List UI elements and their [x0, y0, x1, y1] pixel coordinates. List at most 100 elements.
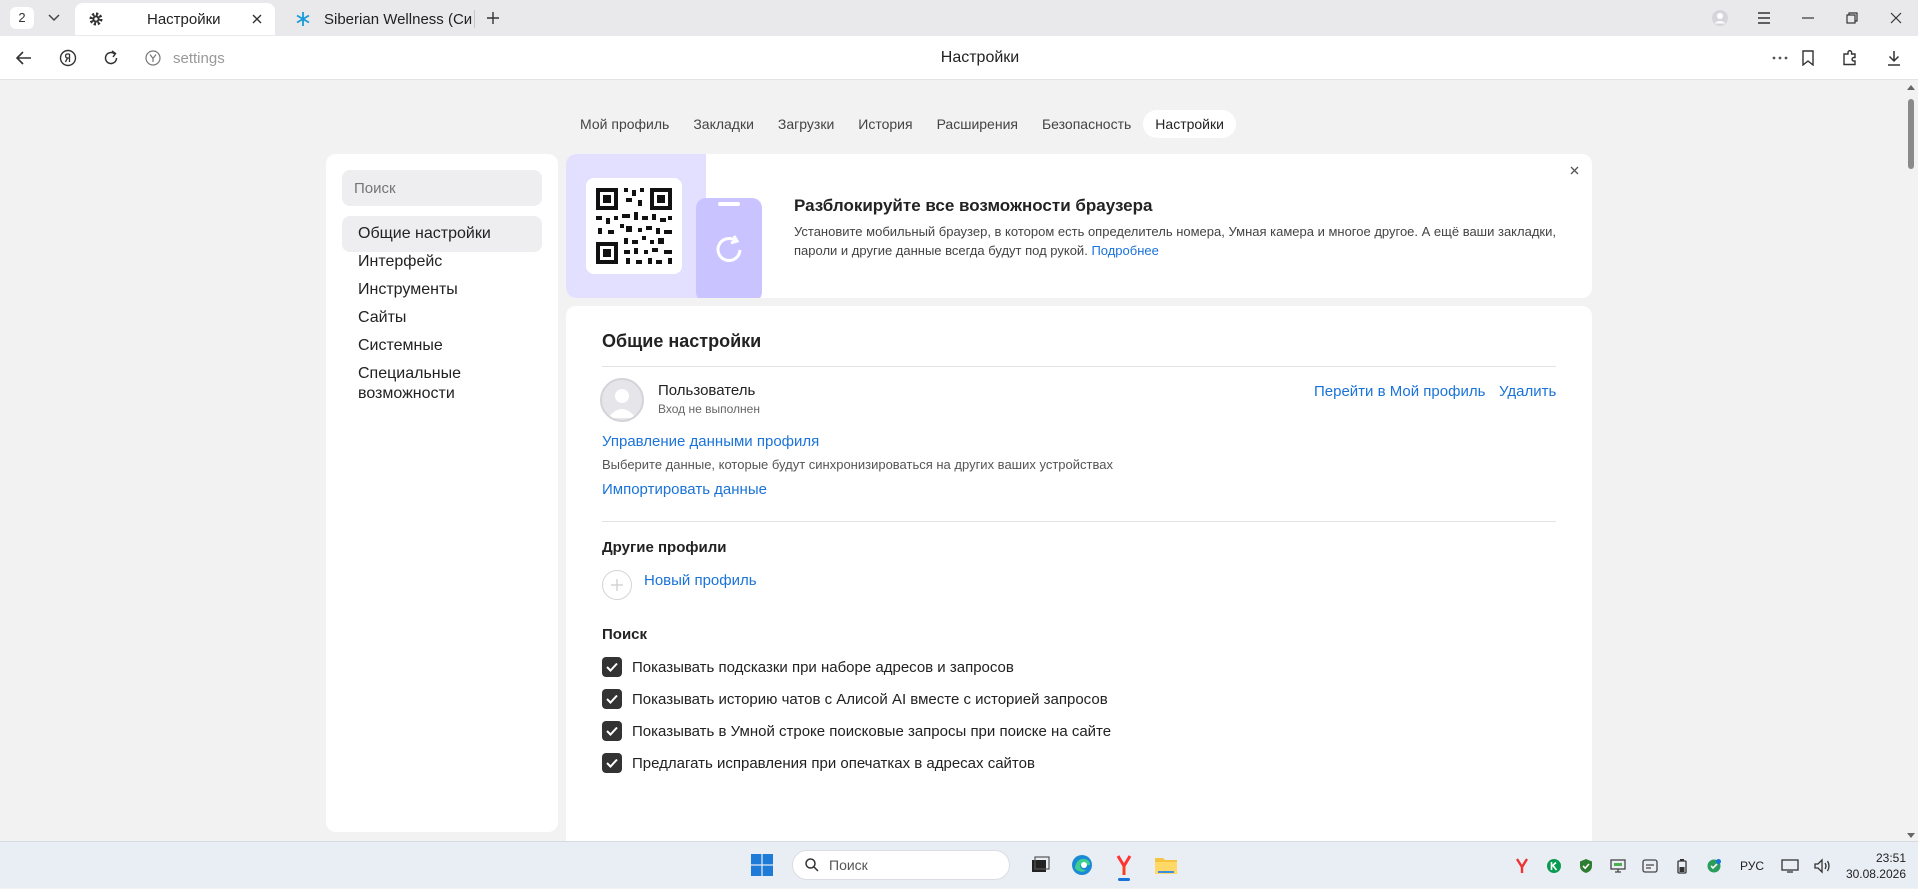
divider	[602, 521, 1556, 522]
banner-more-link[interactable]: Подробнее	[1091, 243, 1158, 258]
new-profile-link[interactable]: Новый профиль	[644, 572, 757, 589]
minimize-icon[interactable]	[1786, 0, 1830, 36]
address-toolbar: settings Настройки	[0, 36, 1918, 80]
nav-extensions[interactable]: Расширения	[925, 110, 1030, 138]
extensions-puzzle-icon[interactable]	[1836, 44, 1864, 72]
reload-icon[interactable]	[97, 44, 125, 72]
scroll-thumb[interactable]	[1908, 99, 1914, 169]
system-clock[interactable]: 23:51 30.08.2026	[1838, 850, 1918, 882]
tab-separator	[474, 10, 475, 28]
download-icon[interactable]	[1880, 44, 1908, 72]
general-settings-panel: Общие настройки Пользователь Вход не вып…	[566, 306, 1592, 846]
checkbox-row[interactable]: Показывать в Умной строке поисковые запр…	[602, 720, 1111, 742]
tab-strip: 2 Настройки Siberian Wellness (Сибирс	[0, 0, 1918, 36]
display-tray-icon[interactable]	[1774, 849, 1806, 883]
checkbox-label: Показывать в Умной строке поисковые запр…	[632, 722, 1112, 740]
scroll-up-arrow-icon[interactable]	[1906, 83, 1916, 91]
search-icon	[805, 858, 819, 872]
edge-browser-icon[interactable]	[1064, 848, 1100, 882]
checkbox-label: Предлагать исправления при опечатках в а…	[632, 754, 1035, 772]
checkbox-checked-icon[interactable]	[602, 721, 622, 741]
snowflake-icon	[294, 10, 312, 28]
tab-settings[interactable]: Настройки	[75, 3, 275, 35]
settings-sidebar: Общие настройки Интерфейс Инструменты Са…	[326, 154, 558, 832]
yandex-home-icon[interactable]	[54, 44, 82, 72]
clock-time: 23:51	[1875, 850, 1906, 865]
tab-title: Настройки	[147, 10, 221, 28]
checkbox-row[interactable]: Предлагать исправления при опечатках в а…	[602, 752, 1035, 774]
windows-start-icon[interactable]	[744, 848, 780, 882]
checkbox-checked-icon[interactable]	[602, 753, 622, 773]
delete-profile-link[interactable]: Удалить	[1499, 383, 1556, 400]
tab-title: Siberian Wellness (Сибирс	[324, 10, 472, 28]
checkbox-checked-icon[interactable]	[602, 689, 622, 709]
task-view-icon[interactable]	[1022, 848, 1058, 882]
nav-security[interactable]: Безопасность	[1030, 110, 1143, 138]
security-shield-tray-icon[interactable]	[1570, 849, 1602, 883]
volume-icon[interactable]	[1806, 849, 1838, 883]
banner-title: Разблокируйте все возможности браузера	[794, 196, 1153, 215]
back-arrow-icon[interactable]	[10, 44, 38, 72]
checkbox-row[interactable]: Показывать подсказки при наборе адресов …	[602, 656, 1014, 678]
tab-siberian-wellness[interactable]: Siberian Wellness (Сибирс	[282, 3, 472, 35]
import-data-link[interactable]: Импортировать данные	[602, 481, 767, 498]
kaspersky-tray-icon[interactable]	[1538, 849, 1570, 883]
tab-count-button[interactable]: 2	[10, 7, 34, 29]
banner-description: Установите мобильный браузер, в котором …	[794, 224, 1556, 258]
nav-my-profile[interactable]: Мой профиль	[568, 110, 681, 138]
nav-settings[interactable]: Настройки	[1143, 110, 1236, 138]
taskbar-search-placeholder: Поиск	[829, 857, 868, 873]
omnibox[interactable]: settings Настройки	[135, 42, 1835, 74]
windows-taskbar: Поиск РУС 23:51 30.08.2026	[0, 841, 1918, 888]
checkbox-label: Показывать подсказки при наборе адресов …	[632, 658, 1014, 676]
system-tray: РУС 23:51 30.08.2026	[1506, 842, 1918, 889]
profile-name: Пользователь	[658, 382, 756, 399]
page-title: Настройки	[940, 49, 1020, 66]
nav-bookmarks[interactable]: Закладки	[681, 110, 766, 138]
add-profile-plus-icon[interactable]	[602, 570, 632, 600]
mobile-promo-banner: Разблокируйте все возможности браузера У…	[566, 154, 1592, 298]
settings-search-input[interactable]	[342, 170, 542, 206]
other-profiles-heading: Другие профили	[602, 539, 727, 556]
clock-date: 30.08.2026	[1845, 866, 1906, 881]
menu-icon[interactable]	[1742, 0, 1786, 36]
new-tab-plus-icon[interactable]	[481, 7, 505, 29]
bookmark-icon[interactable]	[1794, 44, 1822, 72]
checkbox-label: Показывать историю чатов с Алисой AI вме…	[632, 690, 1108, 708]
checkbox-checked-icon[interactable]	[602, 657, 622, 677]
taskbar-search-box[interactable]: Поиск	[792, 850, 1010, 880]
taskbar-apps: Поиск	[744, 848, 1184, 882]
manage-profile-data-link[interactable]: Управление данными профиля	[602, 433, 819, 450]
scroll-down-arrow-icon[interactable]	[1906, 831, 1916, 839]
search-section-heading: Поиск	[602, 626, 648, 643]
banner-text: Установите мобильный браузер, в котором …	[794, 222, 1574, 260]
sync-status-tray-icon[interactable]	[1698, 849, 1730, 883]
keyboard-language[interactable]: РУС	[1730, 859, 1774, 873]
section-heading: Общие настройки	[602, 331, 762, 351]
yandex-tray-icon[interactable]	[1506, 849, 1538, 883]
page-scrollbar[interactable]	[1904, 81, 1918, 841]
network-share-tray-icon[interactable]	[1602, 849, 1634, 883]
nav-downloads[interactable]: Загрузки	[766, 110, 846, 138]
close-banner-icon[interactable]	[1564, 160, 1584, 180]
nav-history[interactable]: История	[846, 110, 924, 138]
battery-usb-tray-icon[interactable]	[1666, 849, 1698, 883]
profile-status: Вход не выполнен	[658, 402, 760, 416]
qr-code-image	[586, 178, 682, 274]
tab-list-chevron-icon[interactable]	[42, 7, 66, 29]
file-explorer-icon[interactable]	[1148, 848, 1184, 882]
media-tray-icon[interactable]	[1634, 849, 1666, 883]
account-icon[interactable]	[1698, 0, 1742, 36]
yandex-browser-icon[interactable]	[1106, 848, 1142, 882]
close-tab-icon[interactable]	[247, 9, 267, 29]
go-to-profile-link[interactable]: Перейти в Мой профиль	[1314, 383, 1485, 400]
sidebar-item-accessibility[interactable]: Специальные возможности	[342, 356, 542, 412]
manage-data-description: Выберите данные, которые будут синхрониз…	[602, 457, 1113, 472]
window-controls	[1698, 0, 1918, 36]
more-dots-icon[interactable]	[1766, 44, 1794, 72]
phone-sync-illustration	[696, 198, 762, 298]
close-window-icon[interactable]	[1874, 0, 1918, 36]
checkbox-row[interactable]: Показывать историю чатов с Алисой AI вме…	[602, 688, 1108, 710]
avatar	[600, 378, 644, 422]
restore-icon[interactable]	[1830, 0, 1874, 36]
